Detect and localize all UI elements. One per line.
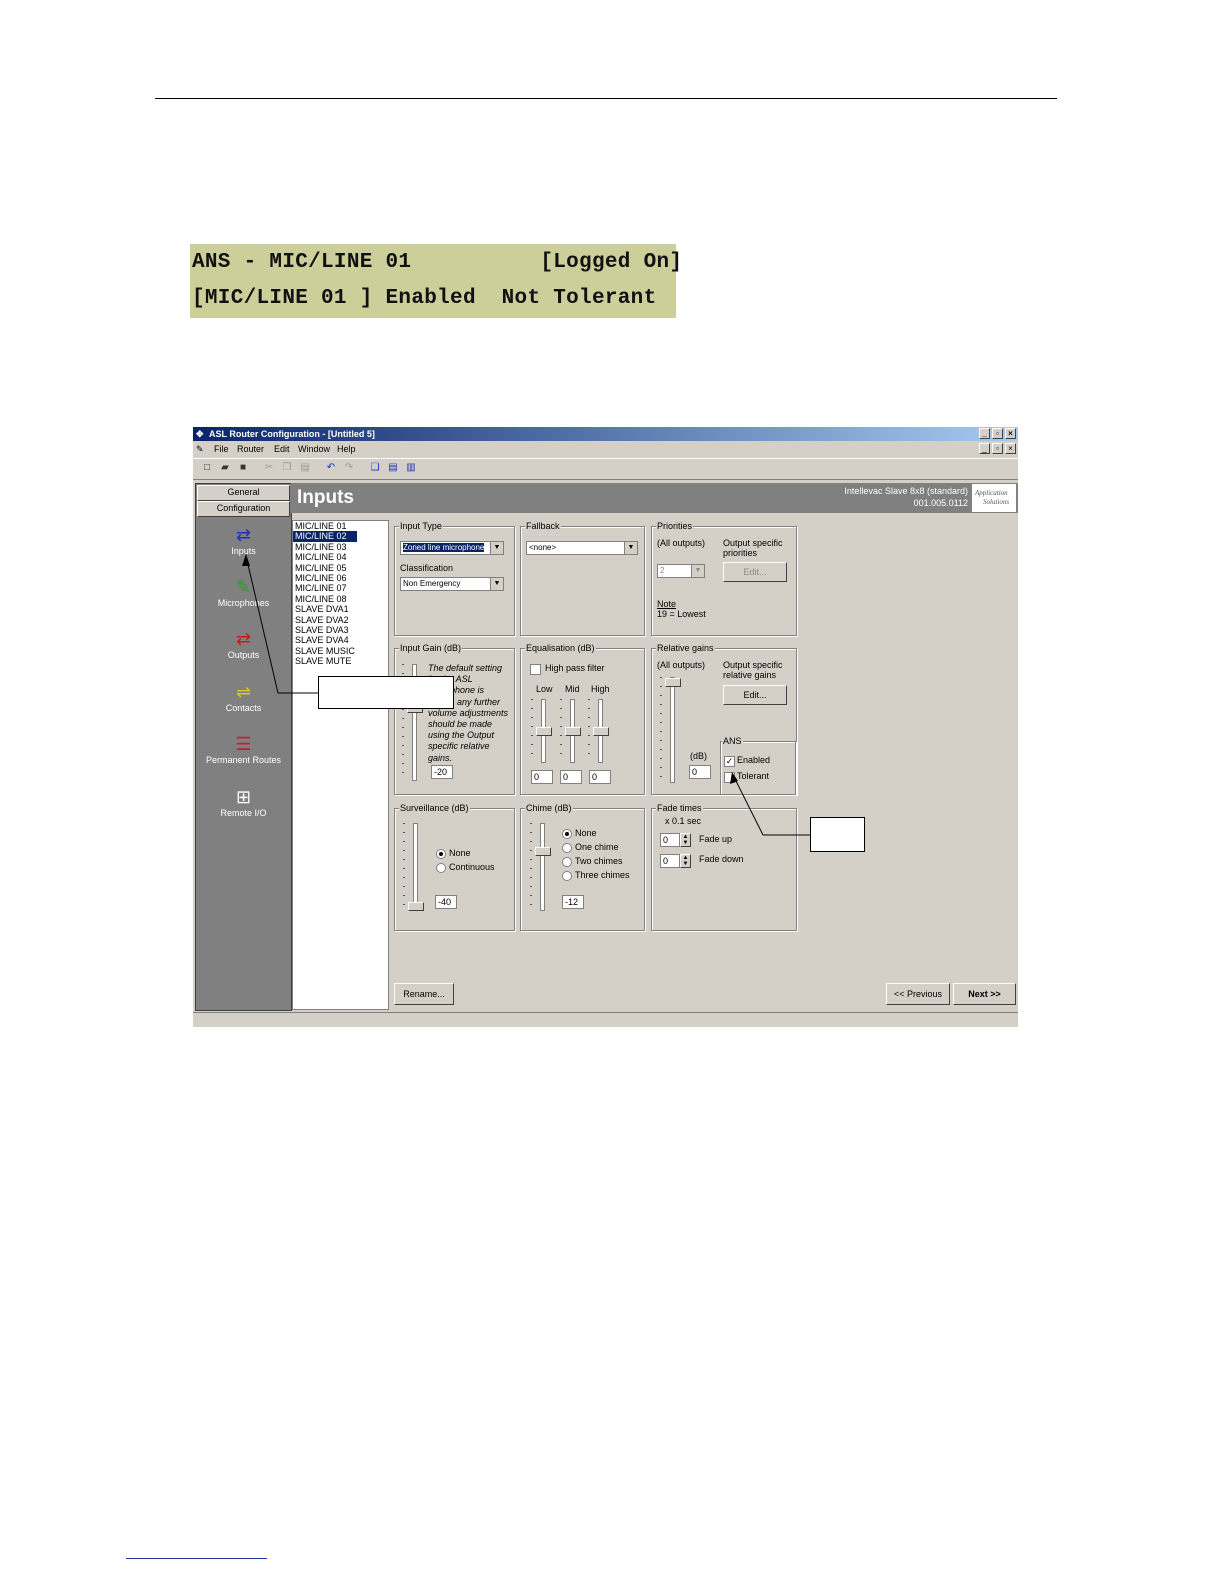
footer-rule bbox=[126, 1558, 267, 1559]
callout-leader-lines bbox=[242, 554, 810, 836]
